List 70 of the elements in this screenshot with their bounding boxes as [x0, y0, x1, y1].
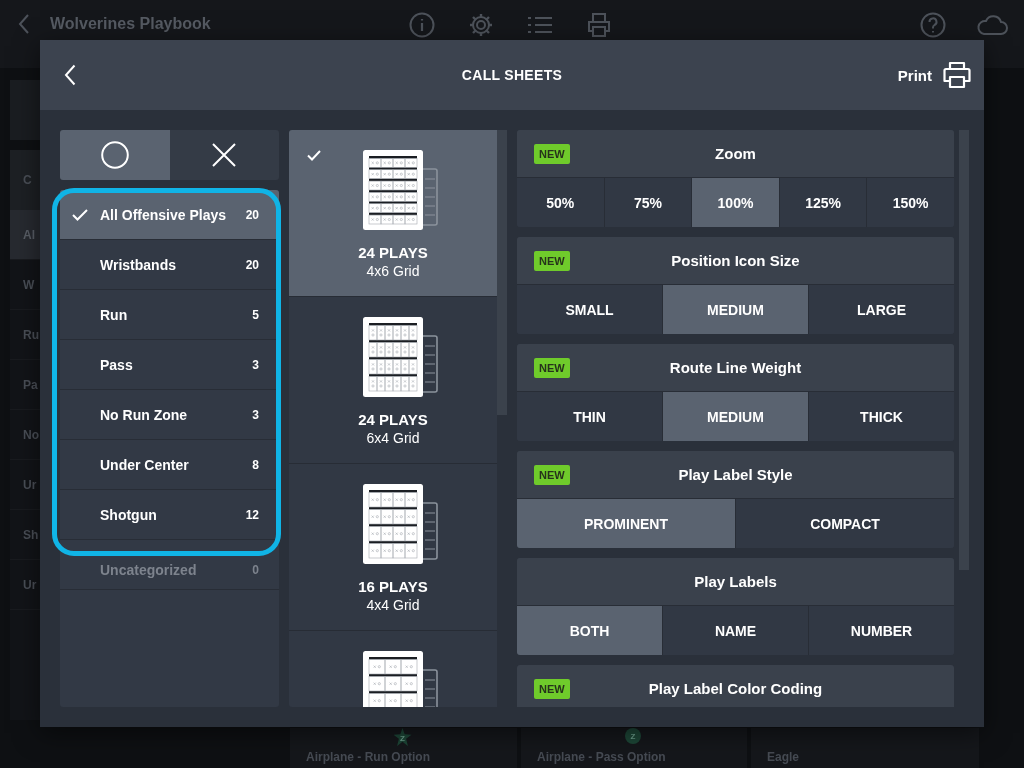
cloud-icon[interactable] [976, 14, 1008, 36]
check-icon [307, 150, 321, 161]
layout-card[interactable]: 16 PLAYS 4x4 Grid [289, 464, 497, 631]
play-count-label: 24 PLAYS [358, 411, 428, 429]
category-item[interactable]: All Offensive Plays 20 [60, 190, 279, 240]
info-icon[interactable] [409, 12, 435, 38]
star-badge: Z [393, 728, 412, 746]
category-count: 0 [252, 562, 259, 577]
category-count: 12 [245, 507, 259, 522]
category-label: Wristbands [100, 256, 176, 273]
option-button[interactable]: MEDIUM [663, 285, 809, 334]
category-label: Uncategorized [100, 561, 197, 578]
cross-icon [212, 143, 237, 167]
category-count: 3 [252, 407, 259, 422]
play-count-label: 24 PLAYS [358, 244, 428, 262]
grid-size-label: 4x6 Grid [366, 262, 420, 280]
cross-option-button[interactable] [169, 130, 279, 180]
settings-icon[interactable] [468, 12, 494, 38]
option-button[interactable]: MEDIUM [663, 392, 809, 441]
category-label: Under Center [100, 456, 189, 473]
new-badge: NEW [534, 678, 570, 699]
category-label: Run [100, 306, 128, 323]
new-badge: NEW [534, 143, 570, 164]
scrollbar-thumb[interactable] [497, 130, 507, 415]
category-label: No Run Zone [100, 406, 188, 423]
setting-title: Play Label Style [678, 466, 793, 483]
play-count-label: 16 PLAYS [358, 578, 428, 596]
new-badge: NEW [534, 357, 570, 378]
category-count: 5 [252, 307, 259, 322]
side-card [10, 80, 40, 140]
category-label: Shotgun [100, 506, 157, 523]
setting-title: Zoom [715, 145, 756, 162]
playbook-title: Wolverines Playbook [50, 14, 211, 34]
dialog-title: CALL SHEETS [461, 67, 563, 83]
category-count: 3 [252, 357, 259, 372]
setting-title: Position Icon Size [671, 252, 800, 269]
option-button[interactable]: BOTH [517, 606, 663, 655]
back-chevron-icon [64, 64, 76, 86]
category-label: All Offensive Plays [100, 206, 227, 223]
setting-title: Play Labels [694, 573, 777, 590]
layout-card[interactable]: 24 PLAYS 6x4 Grid [289, 297, 497, 464]
option-button[interactable]: 100% [692, 178, 780, 227]
category-label: Pass [100, 356, 133, 373]
grid-sheet-icon [363, 484, 439, 564]
category-count: 8 [252, 457, 259, 472]
setting-title: Play Label Color Coding [648, 680, 823, 697]
printer-icon [942, 61, 972, 89]
setting-title: Route Line Weight [669, 359, 802, 376]
play-title: Airplane - Run Option [305, 750, 430, 765]
option-button[interactable]: PROMINENT [517, 499, 736, 548]
grid-size-label: 4x4 Grid [366, 596, 420, 614]
category-count: 20 [245, 257, 259, 272]
help-icon[interactable] [920, 12, 946, 38]
print-button[interactable]: Print [897, 61, 972, 89]
category-count: 20 [245, 207, 259, 222]
new-badge: NEW [534, 464, 570, 485]
grid-size-label: 6x4 Grid [366, 429, 420, 447]
new-badge: NEW [534, 250, 570, 271]
check-icon [72, 208, 88, 221]
layout-card[interactable]: 24 PLAYS 4x6 Grid [289, 130, 497, 297]
circle-option-button[interactable] [60, 130, 170, 180]
circle-badge: Z [625, 728, 641, 744]
grid-sheet-icon [363, 651, 439, 707]
back-chevron-icon[interactable] [18, 13, 30, 35]
play-title: Airplane - Pass Option [536, 750, 666, 765]
circle-icon [100, 141, 129, 169]
grid-sheet-icon [363, 317, 439, 397]
grid-sheet-icon [363, 150, 439, 230]
printer-icon[interactable] [586, 12, 612, 38]
play-title: Eagle [766, 750, 799, 765]
